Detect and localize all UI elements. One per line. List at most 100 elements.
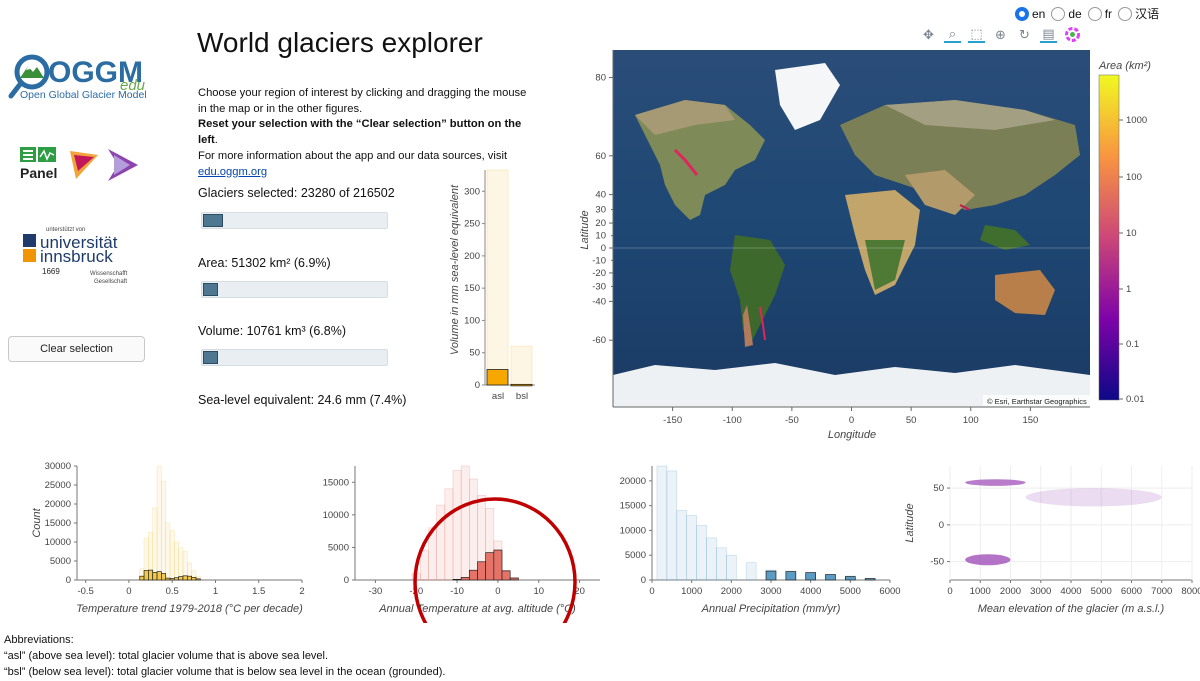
radio-icon[interactable]	[1087, 6, 1102, 21]
map-ytick-label: -30	[592, 281, 606, 292]
hist-xtick-label: 1	[213, 586, 218, 597]
hist-ytick-label: 15000	[323, 477, 349, 488]
oggm-edu-link[interactable]: edu.oggm.org	[198, 166, 267, 178]
map-ytick-label: 20	[595, 218, 606, 229]
hist-bar-all	[469, 478, 478, 581]
hist-bar-selected	[509, 577, 519, 581]
hist-bar-selected	[765, 570, 777, 581]
volume-chart[interactable]: Volume in mm sea-level equivalent 0 50 100…	[440, 165, 540, 405]
radio-icon[interactable]	[1118, 6, 1133, 21]
hist-bar-all	[460, 465, 470, 581]
volume-bars	[486, 169, 533, 387]
page-title: World glaciers explorer	[197, 27, 483, 58]
hist-xtick-label: 1000	[681, 586, 702, 597]
colorbar-tick-label: 1000	[1126, 115, 1147, 126]
lang-option-de[interactable]: de	[1051, 6, 1082, 21]
map-ytick-label: -20	[592, 268, 606, 279]
lang-option-zh[interactable]: 汉语	[1118, 5, 1159, 22]
lang-option-en[interactable]: en	[1015, 6, 1045, 21]
hist-ytick-label: 10000	[620, 525, 646, 536]
svg-text:Panel: Panel	[20, 165, 57, 181]
hist-bar-selected	[182, 575, 188, 581]
volume-ytick-label: 250	[464, 219, 480, 230]
hist-xtick-label: -10	[450, 586, 464, 597]
hover-icon[interactable]: ▤	[1040, 26, 1057, 43]
radio-icon[interactable]	[1051, 6, 1066, 21]
hist-bar-selected	[195, 578, 201, 581]
hist-xtick-label: 5000	[1091, 586, 1112, 597]
hist-xtick-label: 5000	[840, 586, 861, 597]
university-innsbruck-logo: unterstützt von universität innsbruck 16…	[20, 222, 150, 288]
elevation-latitude-heatmap[interactable]: 0 1000 2000 3000 4000 5000 6000 7000 8000 Mean el…	[904, 466, 1200, 615]
glaciers-progress-fill	[203, 214, 223, 227]
hist-xtick-label: 3000	[760, 586, 781, 597]
hist-ytick-label: 10000	[323, 510, 349, 521]
box-zoom-icon[interactable]: ⌕	[944, 26, 961, 43]
intro-bold: Reset your selection with the “Clear sel…	[198, 117, 538, 148]
annual-precipitation-histogram[interactable]: 0 1000 2000 3000 4000 5000 6000 Annual Precipit…	[620, 465, 901, 615]
reset-icon[interactable]: ↻	[1016, 26, 1033, 43]
hist-bar-all	[174, 541, 179, 581]
abbr-bsl: “bsl” (below sea level): total glacier v…	[4, 666, 446, 678]
hist-bar-all	[420, 550, 429, 581]
hist-xtick-label: 2	[299, 586, 304, 597]
box-select-icon[interactable]: ⬚	[968, 26, 985, 43]
intro-bold-text: Reset your selection with the “Clear sel…	[198, 118, 522, 147]
annual-temperature-histogram[interactable]: -30 -20 -10 0 10 20Annual Temperature at avg.…	[323, 465, 600, 615]
hist-xtick-label: 0	[126, 586, 131, 597]
hist-xtick-label: 0	[649, 586, 654, 597]
hist-xtick-label: -30	[369, 586, 383, 597]
bokeh-logo-icon[interactable]	[1064, 26, 1081, 43]
hist-bar-all	[656, 465, 668, 581]
map-xtick-label: -150	[663, 415, 682, 426]
map-attribution[interactable]: © Esri, Earthstar Geographics	[987, 397, 1087, 406]
map-xtick-label: -50	[785, 415, 799, 426]
wheel-zoom-icon[interactable]: ⊕	[992, 26, 1009, 43]
svg-text:Gesellschaft: Gesellschaft	[94, 279, 127, 285]
svg-text:1669: 1669	[42, 267, 60, 276]
hist-ytick-label: 0	[641, 575, 646, 586]
hist-xtick-label: 6000	[1121, 586, 1142, 597]
hist-bar-selected	[845, 576, 856, 581]
hist-xtick-label: 0	[947, 586, 952, 597]
glaciers-selected-stat: Glaciers selected: 23280 of 216502	[198, 186, 395, 200]
colorbar-title: Area (km²)	[1098, 60, 1151, 72]
radio-selected-icon[interactable]	[1015, 6, 1029, 21]
hist-ytick-label: 15000	[45, 518, 71, 529]
volume-chart-ylabel: Volume in mm sea-level equivalent	[449, 184, 461, 355]
hist-bar-selected	[468, 569, 478, 581]
panel-logos: Panel	[18, 145, 153, 185]
colorbar-tick-label: 0.1	[1126, 339, 1139, 350]
svg-text:innsbruck: innsbruck	[40, 247, 113, 266]
hist-bar-selected	[864, 578, 876, 581]
hist-ytick-label: 5000	[50, 556, 71, 567]
hist-ytick-label: 5000	[328, 542, 349, 553]
abbreviations: Abbreviations: “asl” (above sea level): …	[4, 632, 445, 680]
map-xtick-label: 100	[963, 415, 979, 426]
area-progress-fill	[203, 283, 218, 296]
hist-bar-all	[696, 525, 707, 581]
hist-bar-selected	[139, 575, 145, 581]
intro-bold-end: .	[214, 134, 218, 147]
world-map[interactable]: -150 -100 -50 0 50 100 150 80 60 40 20 0 -20 -40 -60 3…	[575, 45, 1095, 445]
hist-bar-selected	[156, 571, 162, 581]
map-y-ticks: 80 60 40 20 0 -20 -40 -60 30 10 -10 -30	[592, 50, 614, 407]
heatmap-cluster	[965, 479, 1026, 486]
hist-bar-selected	[143, 570, 149, 581]
clear-selection-button[interactable]: Clear selection	[8, 336, 145, 362]
colorbar-tick-label: 0.01	[1126, 394, 1145, 405]
abbr-asl: “asl” (above sea level): total glacier v…	[4, 650, 329, 662]
volume-ytick-label: 300	[464, 186, 480, 197]
colorbar-ticks: 1000 100 10 1 0.1 0.01	[1119, 115, 1147, 405]
histograms-row[interactable]: -0.5 0 0.5 1 1.5 2 Temperature trend 1979-2018…	[0, 458, 1200, 623]
lang-option-fr[interactable]: fr	[1087, 6, 1112, 21]
volume-bar-selected	[510, 383, 533, 387]
hist-bar-selected	[825, 574, 836, 581]
hist-xtick-label: 0.5	[166, 586, 179, 597]
volume-progress-bar	[201, 349, 388, 366]
pan-icon[interactable]: ✥	[920, 26, 937, 43]
hist-xtick-label: 0	[495, 586, 500, 597]
temperature-trend-histogram[interactable]: -0.5 0 0.5 1 1.5 2 Temperature trend 1979-2018…	[31, 461, 305, 615]
volume-ytick-label: 0	[475, 380, 480, 391]
hist-bar-all	[676, 510, 688, 581]
